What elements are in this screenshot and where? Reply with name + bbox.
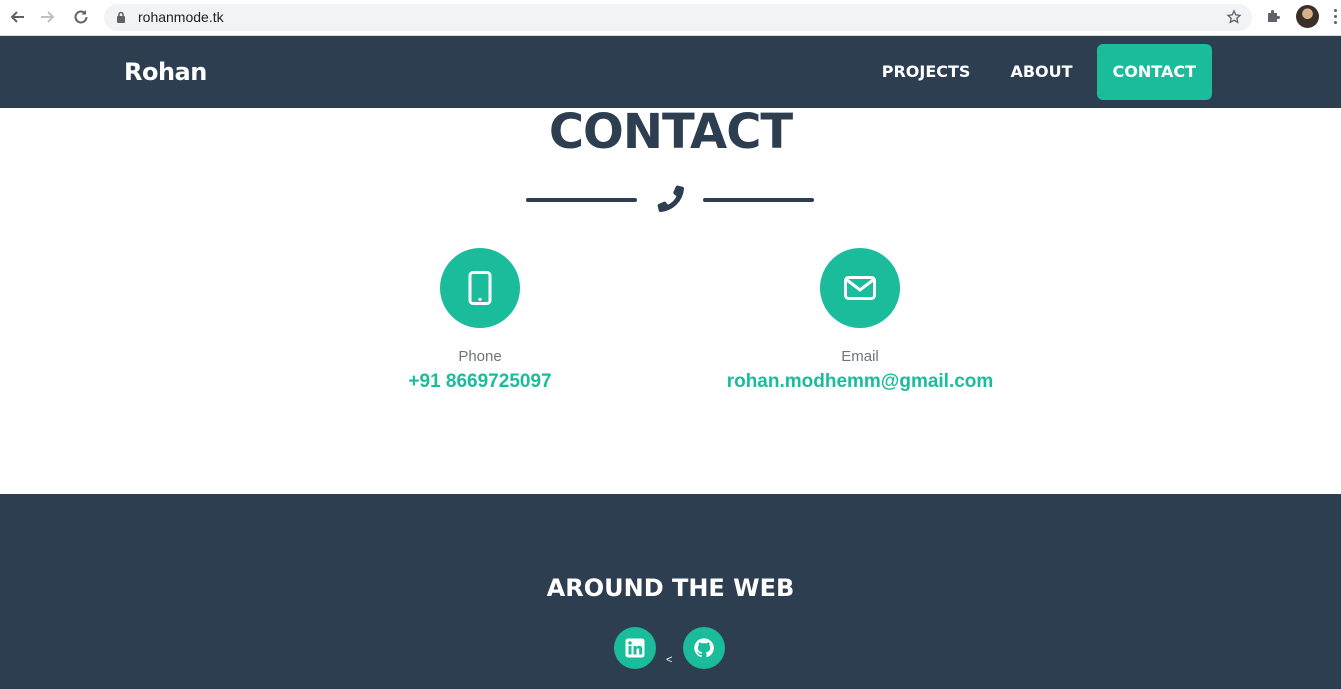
url-text: rohanmode.tk xyxy=(138,9,224,25)
footer: AROUND THE WEB < xyxy=(0,494,1341,689)
envelope-icon xyxy=(844,276,876,300)
lock-icon xyxy=(117,11,125,23)
mobile-phone-icon xyxy=(468,271,492,305)
divider-line-left xyxy=(526,198,637,202)
linkedin-link[interactable] xyxy=(614,627,656,669)
email-address-link[interactable]: rohan.modhemm@gmail.com xyxy=(700,371,1020,393)
email-contact: Email rohan.modhemm@gmail.com xyxy=(700,248,1020,393)
reload-icon xyxy=(74,10,88,24)
heading-divider xyxy=(526,182,814,218)
address-bar[interactable]: rohanmode.tk xyxy=(104,4,1252,31)
phone-label: Phone xyxy=(458,348,502,365)
phone-icon xyxy=(657,185,685,213)
email-label: Email xyxy=(841,348,879,365)
contact-heading: CONTACT xyxy=(548,104,793,160)
reload-button[interactable] xyxy=(70,6,92,28)
arrow-left-icon xyxy=(10,11,24,23)
separator-text: < xyxy=(666,654,673,666)
nav-link-contact[interactable]: CONTACT xyxy=(1096,44,1212,100)
phone-icon-circle xyxy=(440,248,520,328)
arrow-right-icon xyxy=(41,11,55,23)
github-icon xyxy=(694,638,714,658)
nav-links: PROJECTS ABOUT CONTACT xyxy=(858,44,1212,100)
back-button[interactable] xyxy=(6,6,28,28)
phone-number-link[interactable]: +91 8669725097 xyxy=(320,371,640,393)
site-navbar: Rohan PROJECTS ABOUT CONTACT xyxy=(0,36,1341,108)
puzzle-icon[interactable] xyxy=(1266,8,1282,24)
star-icon[interactable] xyxy=(1226,9,1242,25)
brand-link[interactable]: Rohan xyxy=(124,58,207,86)
profile-avatar[interactable] xyxy=(1296,5,1319,28)
linkedin-icon xyxy=(625,638,645,658)
email-icon-circle xyxy=(820,248,900,328)
divider-line-right xyxy=(703,198,814,202)
phone-contact: Phone +91 8669725097 xyxy=(320,248,640,393)
forward-button[interactable] xyxy=(37,6,59,28)
nav-link-about[interactable]: ABOUT xyxy=(994,44,1088,100)
footer-heading: AROUND THE WEB xyxy=(546,574,795,602)
more-menu-icon[interactable] xyxy=(1334,9,1338,27)
github-link[interactable] xyxy=(683,627,725,669)
browser-toolbar: rohanmode.tk xyxy=(0,0,1341,36)
nav-link-projects[interactable]: PROJECTS xyxy=(866,44,987,100)
